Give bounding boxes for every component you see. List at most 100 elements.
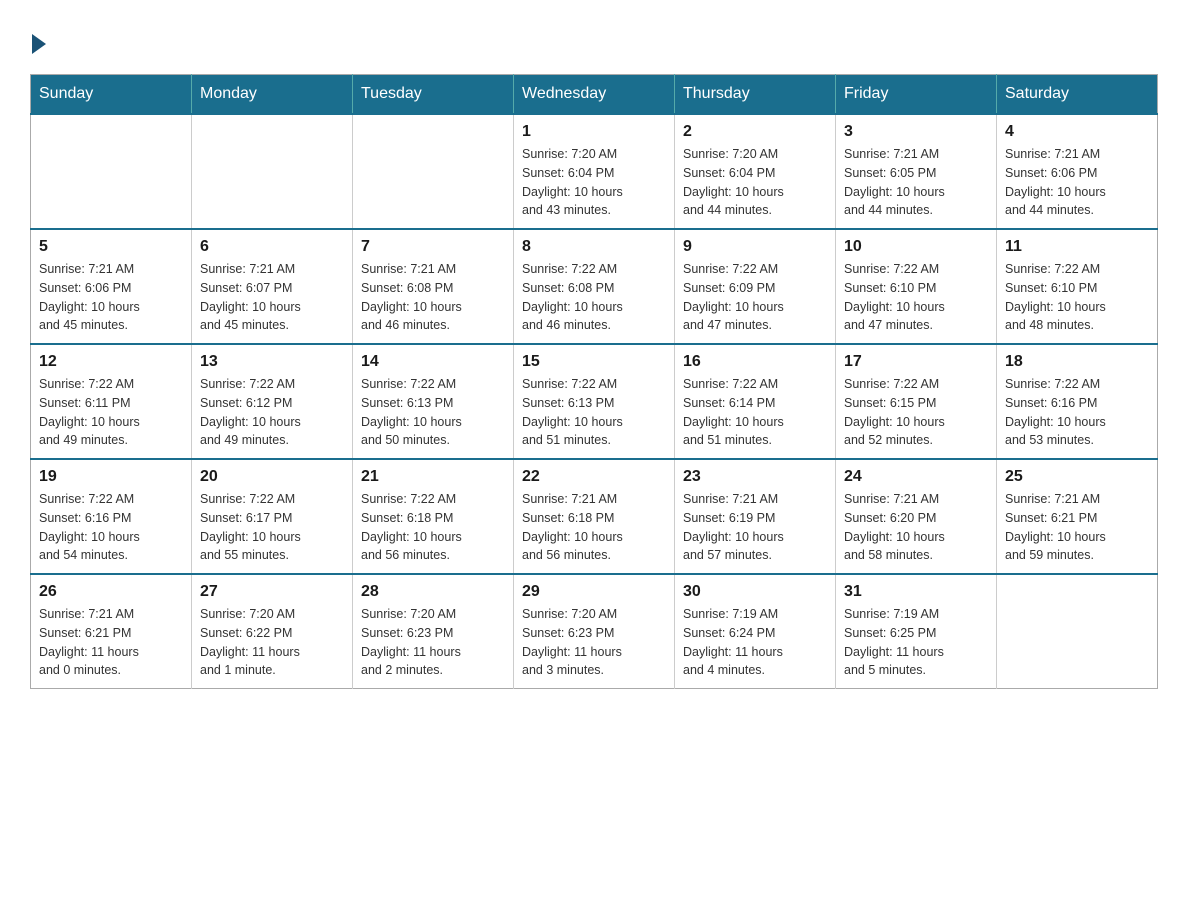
calendar-cell: 9 Sunrise: 7:22 AMSunset: 6:09 PMDaylight…	[675, 229, 836, 344]
header-day-monday: Monday	[192, 75, 353, 115]
calendar-cell: 13Sunrise: 7:22 AMSunset: 6:12 PMDayligh…	[192, 344, 353, 459]
calendar-cell: 6 Sunrise: 7:21 AMSunset: 6:07 PMDaylight…	[192, 229, 353, 344]
calendar-cell: 10 Sunrise: 7:22 AMSunset: 6:10 PMDayligh…	[836, 229, 997, 344]
day-number: 1	[522, 123, 666, 141]
day-number: 22	[522, 468, 666, 486]
calendar-cell: 25Sunrise: 7:21 AMSunset: 6:21 PMDayligh…	[997, 459, 1158, 574]
day-info: Sunrise: 7:21 AMSunset: 6:20 PMDaylight:…	[844, 490, 988, 565]
week-row-1: 1 Sunrise: 7:20 AMSunset: 6:04 PMDaylight…	[31, 114, 1158, 229]
day-info: Sunrise: 7:22 AMSunset: 6:10 PMDaylight:…	[844, 260, 988, 335]
day-number: 28	[361, 583, 505, 601]
calendar-cell: 16 Sunrise: 7:22 AMSunset: 6:14 PMDayligh…	[675, 344, 836, 459]
header-day-wednesday: Wednesday	[514, 75, 675, 115]
calendar-cell: 27 Sunrise: 7:20 AMSunset: 6:22 PMDayligh…	[192, 574, 353, 689]
day-info: Sunrise: 7:22 AMSunset: 6:08 PMDaylight:…	[522, 260, 666, 335]
calendar-cell: 31Sunrise: 7:19 AMSunset: 6:25 PMDayligh…	[836, 574, 997, 689]
day-info: Sunrise: 7:22 AMSunset: 6:15 PMDaylight:…	[844, 375, 988, 450]
day-number: 7	[361, 238, 505, 256]
calendar-cell: 21 Sunrise: 7:22 AMSunset: 6:18 PMDayligh…	[353, 459, 514, 574]
calendar-cell: 19 Sunrise: 7:22 AMSunset: 6:16 PMDayligh…	[31, 459, 192, 574]
day-number: 15	[522, 353, 666, 371]
calendar-cell: 14 Sunrise: 7:22 AMSunset: 6:13 PMDayligh…	[353, 344, 514, 459]
week-row-3: 12 Sunrise: 7:22 AMSunset: 6:11 PMDayligh…	[31, 344, 1158, 459]
calendar-cell: 11 Sunrise: 7:22 AMSunset: 6:10 PMDayligh…	[997, 229, 1158, 344]
day-info: Sunrise: 7:21 AMSunset: 6:07 PMDaylight:…	[200, 260, 344, 335]
day-number: 2	[683, 123, 827, 141]
calendar-cell: 3Sunrise: 7:21 AMSunset: 6:05 PMDaylight…	[836, 114, 997, 229]
day-info: Sunrise: 7:22 AMSunset: 6:14 PMDaylight:…	[683, 375, 827, 450]
header-day-friday: Friday	[836, 75, 997, 115]
day-info: Sunrise: 7:21 AMSunset: 6:06 PMDaylight:…	[1005, 145, 1149, 220]
day-number: 30	[683, 583, 827, 601]
day-info: Sunrise: 7:22 AMSunset: 6:09 PMDaylight:…	[683, 260, 827, 335]
day-info: Sunrise: 7:22 AMSunset: 6:10 PMDaylight:…	[1005, 260, 1149, 335]
calendar-cell: 15Sunrise: 7:22 AMSunset: 6:13 PMDayligh…	[514, 344, 675, 459]
day-number: 6	[200, 238, 344, 256]
calendar-cell: 18 Sunrise: 7:22 AMSunset: 6:16 PMDayligh…	[997, 344, 1158, 459]
calendar-cell: 29 Sunrise: 7:20 AMSunset: 6:23 PMDayligh…	[514, 574, 675, 689]
day-number: 10	[844, 238, 988, 256]
calendar-cell: 1 Sunrise: 7:20 AMSunset: 6:04 PMDaylight…	[514, 114, 675, 229]
calendar-cell	[31, 114, 192, 229]
header-row: SundayMondayTuesdayWednesdayThursdayFrid…	[31, 75, 1158, 115]
day-info: Sunrise: 7:22 AMSunset: 6:11 PMDaylight:…	[39, 375, 183, 450]
week-row-4: 19 Sunrise: 7:22 AMSunset: 6:16 PMDayligh…	[31, 459, 1158, 574]
day-number: 4	[1005, 123, 1149, 141]
week-row-2: 5 Sunrise: 7:21 AMSunset: 6:06 PMDaylight…	[31, 229, 1158, 344]
calendar-cell	[192, 114, 353, 229]
calendar-cell	[997, 574, 1158, 689]
day-number: 11	[1005, 238, 1149, 256]
day-info: Sunrise: 7:19 AMSunset: 6:25 PMDaylight:…	[844, 605, 988, 680]
day-number: 14	[361, 353, 505, 371]
day-number: 3	[844, 123, 988, 141]
day-number: 20	[200, 468, 344, 486]
day-number: 21	[361, 468, 505, 486]
week-row-5: 26 Sunrise: 7:21 AMSunset: 6:21 PMDayligh…	[31, 574, 1158, 689]
day-info: Sunrise: 7:20 AMSunset: 6:22 PMDaylight:…	[200, 605, 344, 680]
day-number: 9	[683, 238, 827, 256]
calendar-cell: 4 Sunrise: 7:21 AMSunset: 6:06 PMDaylight…	[997, 114, 1158, 229]
day-info: Sunrise: 7:21 AMSunset: 6:08 PMDaylight:…	[361, 260, 505, 335]
calendar-cell: 28 Sunrise: 7:20 AMSunset: 6:23 PMDayligh…	[353, 574, 514, 689]
day-info: Sunrise: 7:20 AMSunset: 6:04 PMDaylight:…	[683, 145, 827, 220]
day-info: Sunrise: 7:21 AMSunset: 6:06 PMDaylight:…	[39, 260, 183, 335]
calendar-cell: 8 Sunrise: 7:22 AMSunset: 6:08 PMDaylight…	[514, 229, 675, 344]
logo-arrow-icon	[32, 34, 46, 54]
day-info: Sunrise: 7:22 AMSunset: 6:16 PMDaylight:…	[1005, 375, 1149, 450]
day-number: 12	[39, 353, 183, 371]
calendar-cell: 17Sunrise: 7:22 AMSunset: 6:15 PMDayligh…	[836, 344, 997, 459]
logo	[30, 30, 50, 54]
calendar-body: 1 Sunrise: 7:20 AMSunset: 6:04 PMDaylight…	[31, 114, 1158, 689]
calendar-cell: 24 Sunrise: 7:21 AMSunset: 6:20 PMDayligh…	[836, 459, 997, 574]
day-number: 19	[39, 468, 183, 486]
calendar-cell: 26 Sunrise: 7:21 AMSunset: 6:21 PMDayligh…	[31, 574, 192, 689]
day-info: Sunrise: 7:22 AMSunset: 6:12 PMDaylight:…	[200, 375, 344, 450]
header-day-thursday: Thursday	[675, 75, 836, 115]
day-info: Sunrise: 7:21 AMSunset: 6:19 PMDaylight:…	[683, 490, 827, 565]
day-info: Sunrise: 7:22 AMSunset: 6:16 PMDaylight:…	[39, 490, 183, 565]
day-info: Sunrise: 7:20 AMSunset: 6:23 PMDaylight:…	[522, 605, 666, 680]
day-number: 29	[522, 583, 666, 601]
calendar-header: SundayMondayTuesdayWednesdayThursdayFrid…	[31, 75, 1158, 115]
day-info: Sunrise: 7:20 AMSunset: 6:04 PMDaylight:…	[522, 145, 666, 220]
day-number: 16	[683, 353, 827, 371]
day-info: Sunrise: 7:21 AMSunset: 6:21 PMDaylight:…	[39, 605, 183, 680]
day-info: Sunrise: 7:20 AMSunset: 6:23 PMDaylight:…	[361, 605, 505, 680]
header-day-sunday: Sunday	[31, 75, 192, 115]
day-number: 5	[39, 238, 183, 256]
day-info: Sunrise: 7:22 AMSunset: 6:18 PMDaylight:…	[361, 490, 505, 565]
calendar-cell: 7 Sunrise: 7:21 AMSunset: 6:08 PMDaylight…	[353, 229, 514, 344]
day-number: 27	[200, 583, 344, 601]
day-info: Sunrise: 7:22 AMSunset: 6:13 PMDaylight:…	[361, 375, 505, 450]
page-header	[30, 30, 1158, 54]
day-number: 24	[844, 468, 988, 486]
day-number: 26	[39, 583, 183, 601]
day-number: 25	[1005, 468, 1149, 486]
day-info: Sunrise: 7:19 AMSunset: 6:24 PMDaylight:…	[683, 605, 827, 680]
day-number: 18	[1005, 353, 1149, 371]
day-number: 8	[522, 238, 666, 256]
calendar-cell: 12 Sunrise: 7:22 AMSunset: 6:11 PMDayligh…	[31, 344, 192, 459]
calendar-cell: 22Sunrise: 7:21 AMSunset: 6:18 PMDayligh…	[514, 459, 675, 574]
day-number: 23	[683, 468, 827, 486]
day-info: Sunrise: 7:22 AMSunset: 6:17 PMDaylight:…	[200, 490, 344, 565]
